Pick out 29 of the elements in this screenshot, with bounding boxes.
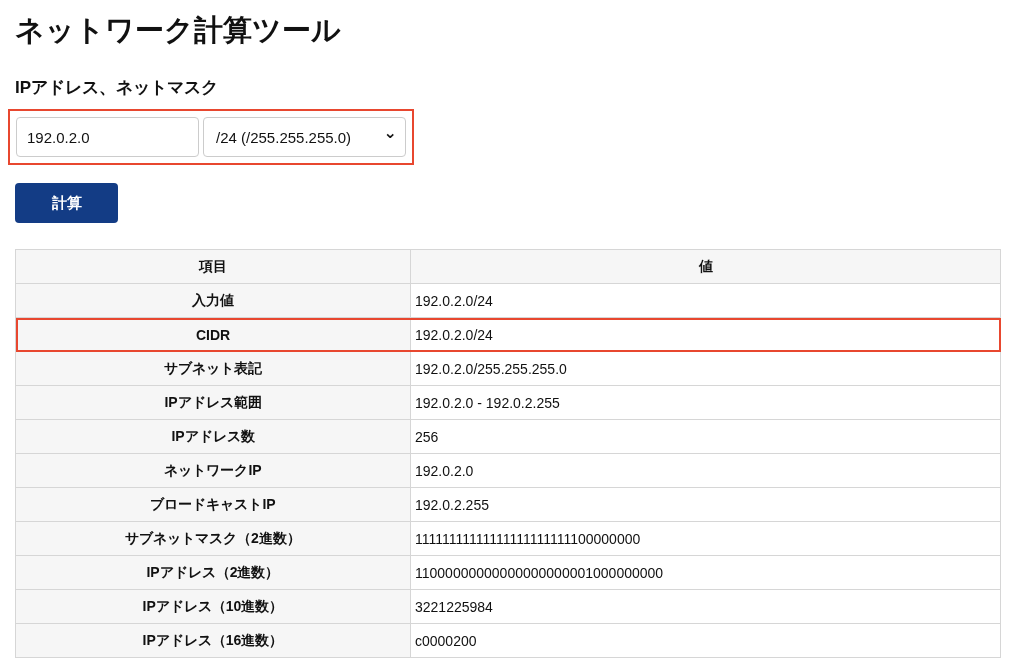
value-cell: 11000000000000000000001000000000	[410, 555, 1001, 590]
page-title: ネットワーク計算ツール	[15, 13, 342, 48]
calculate-button[interactable]: 計算	[15, 183, 118, 223]
value-cell: 11111111111111111111111100000000	[410, 521, 1001, 556]
value-cell: 3221225984	[410, 589, 1001, 624]
item-cell: IPアドレス（16進数）	[15, 623, 411, 658]
item-cell: IPアドレス（2進数）	[15, 555, 411, 590]
value-cell: 192.0.2.0/255.255.255.0	[410, 351, 1001, 386]
item-cell: IPアドレス数	[15, 419, 411, 454]
value-cell: 192.0.2.255	[410, 487, 1001, 522]
value-cell: 256	[410, 419, 1001, 454]
item-cell: サブネット表記	[15, 351, 411, 386]
ip-address-field[interactable]: 192.0.2.0	[16, 117, 199, 157]
value-cell: 192.0.2.0	[410, 453, 1001, 488]
item-cell: 入力値	[15, 283, 411, 318]
column-header: 項目	[15, 249, 411, 284]
item-cell: IPアドレス（10進数）	[15, 589, 411, 624]
value-cell: 192.0.2.0/24	[410, 283, 1001, 318]
item-cell: CIDR	[15, 317, 411, 352]
item-cell: ブロードキャストIP	[15, 487, 411, 522]
netmask-select[interactable]: /24 (/255.255.255.0) ⌄	[203, 117, 406, 157]
caret-icon: ⌄	[383, 125, 397, 141]
value-cell: c0000200	[410, 623, 1001, 658]
column-header: 値	[410, 249, 1001, 284]
item-cell: サブネットマスク（2進数）	[15, 521, 411, 556]
value-cell: 192.0.2.0 - 192.0.2.255	[410, 385, 1001, 420]
field-label: IPアドレス、ネットマスク	[15, 77, 219, 99]
item-cell: IPアドレス範囲	[15, 385, 411, 420]
item-cell: ネットワークIP	[15, 453, 411, 488]
